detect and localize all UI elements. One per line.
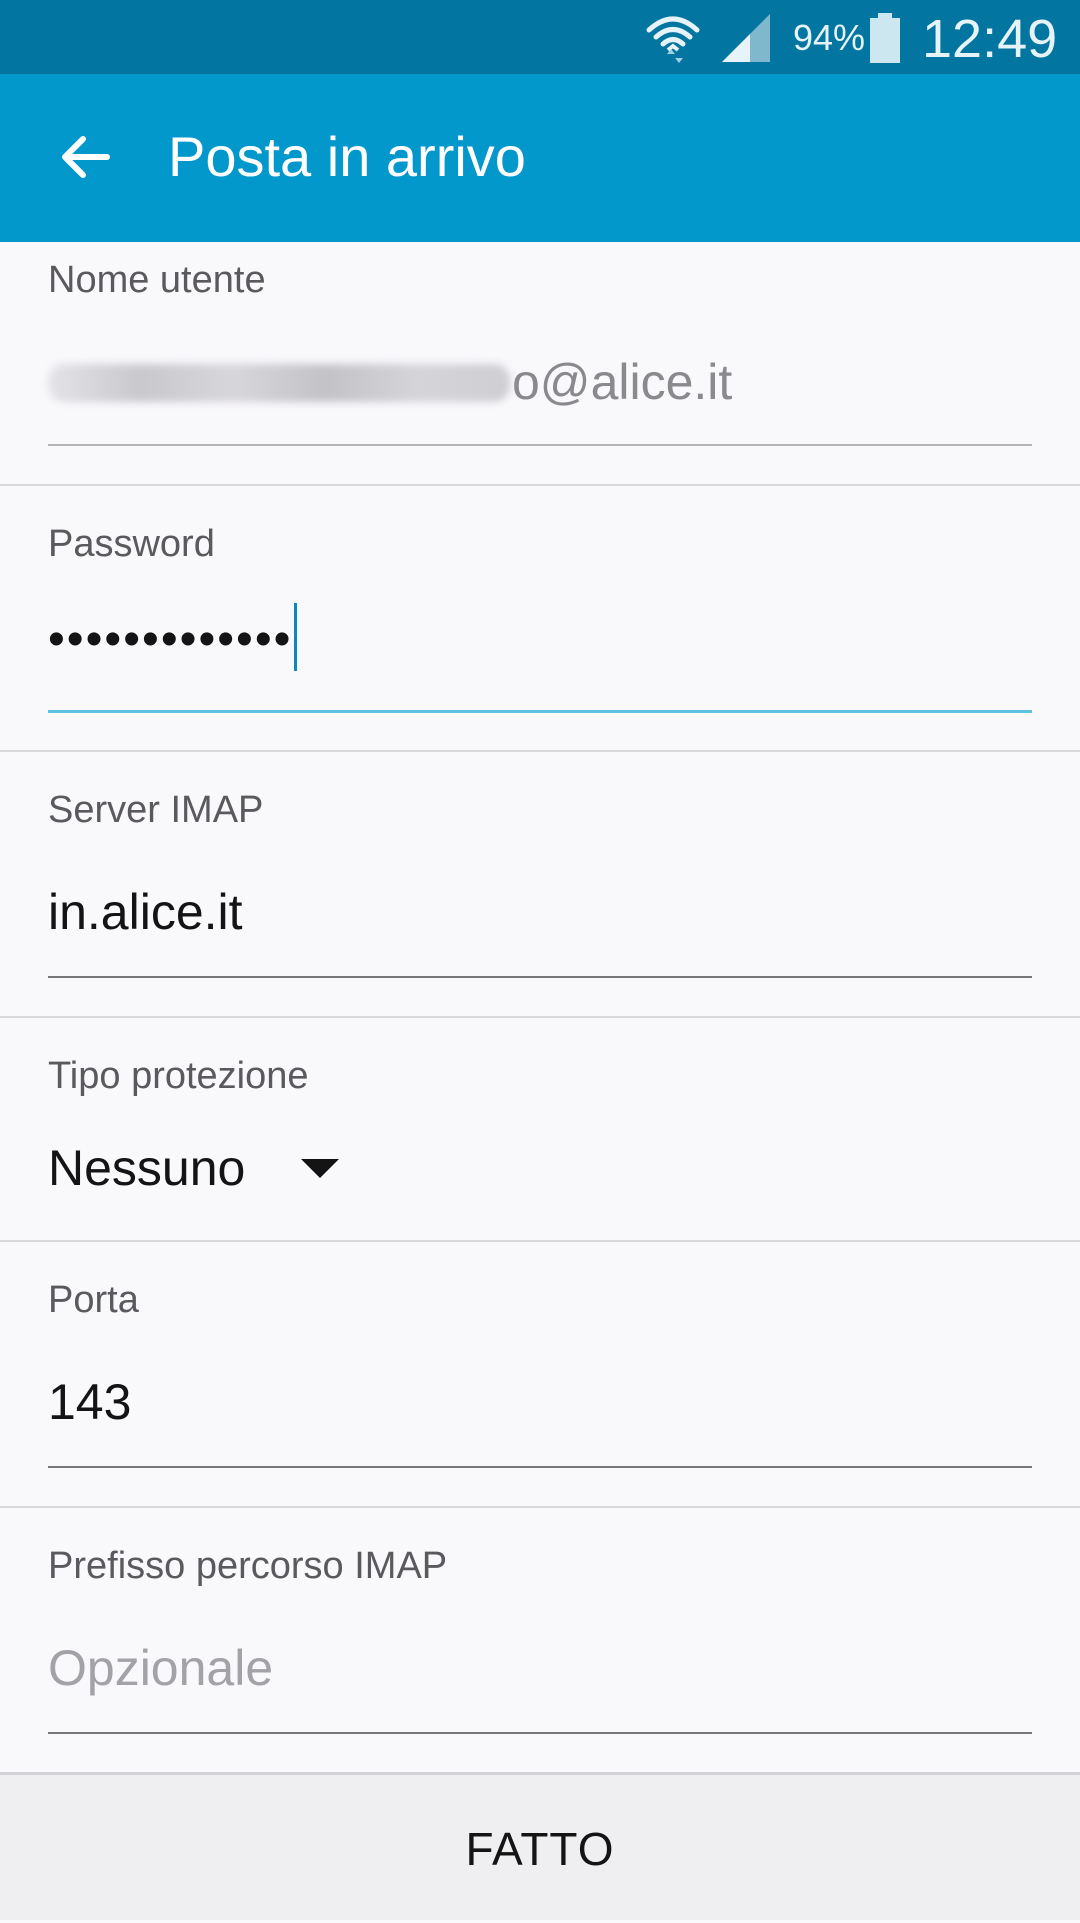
- imap-path-prefix-label: Prefisso percorso IMAP: [48, 1545, 448, 1587]
- battery-percent: 94%: [793, 17, 866, 58]
- imap-path-prefix-field[interactable]: Opzionale: [48, 1638, 273, 1698]
- dropdown-arrow-icon: [301, 1158, 340, 1178]
- imap-server-label: Server IMAP: [48, 789, 264, 831]
- port-underline: [48, 1466, 1032, 1468]
- port-field[interactable]: 143: [48, 1372, 131, 1432]
- password-masked-value: •••••••••••••: [48, 613, 293, 666]
- text-cursor: [294, 602, 298, 671]
- imap-server-underline: [48, 976, 1032, 978]
- username-label: Nome utente: [48, 259, 266, 301]
- back-button[interactable]: [40, 112, 130, 202]
- password-section: Password •••••••••••••: [0, 486, 1080, 752]
- imap-path-prefix-section: Prefisso percorso IMAP Opzionale: [0, 1508, 1080, 1774]
- password-label: Password: [48, 523, 215, 565]
- redacted-username: [48, 363, 510, 402]
- username-field[interactable]: o@alice.it: [48, 352, 732, 412]
- imap-server-field[interactable]: in.alice.it: [48, 882, 243, 942]
- imap-path-prefix-underline: [48, 1732, 1032, 1734]
- back-arrow-icon: [62, 136, 110, 178]
- security-type-section: Tipo protezione Nessuno: [0, 1018, 1080, 1242]
- page-title: Posta in arrivo: [168, 125, 526, 188]
- bottom-bar: FATTO: [0, 1772, 1080, 1920]
- cell-signal-icon: [722, 14, 770, 62]
- clock: 12:49: [922, 9, 1058, 69]
- imap-server-section: Server IMAP in.alice.it: [0, 752, 1080, 1018]
- username-underline: [48, 444, 1032, 446]
- security-type-selected: Nessuno: [48, 1140, 246, 1196]
- wifi-icon: [646, 16, 700, 63]
- port-section: Porta 143: [0, 1242, 1080, 1508]
- security-type-label: Tipo protezione: [48, 1055, 309, 1097]
- username-visible-text: o@alice.it: [512, 354, 733, 410]
- battery-icon: [870, 13, 900, 63]
- app-bar: Posta in arrivo: [0, 74, 1080, 242]
- security-type-dropdown[interactable]: Nessuno: [48, 1138, 340, 1198]
- done-button[interactable]: FATTO: [0, 1775, 1080, 1923]
- username-section: Nome utente o@alice.it: [0, 242, 1080, 486]
- password-field[interactable]: •••••••••••••: [48, 602, 298, 671]
- port-label: Porta: [48, 1279, 139, 1321]
- status-bar: 94% 12:49: [0, 0, 1080, 74]
- password-underline: [48, 710, 1032, 713]
